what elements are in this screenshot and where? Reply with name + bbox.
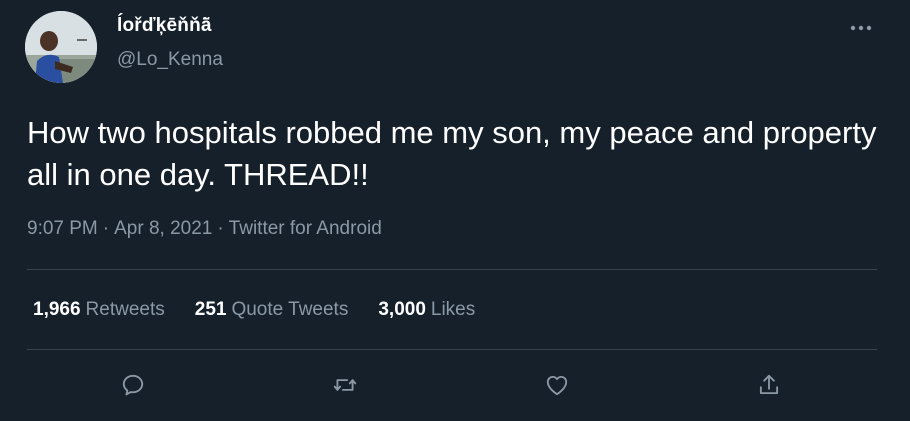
retweets-count: 1,966 — [33, 299, 81, 320]
user-handle[interactable]: @Lo_Kenna — [117, 49, 223, 71]
divider — [27, 349, 877, 350]
tweet-time[interactable]: 9:07 PM — [27, 218, 98, 239]
quote-tweets-count: 251 — [194, 299, 227, 320]
tweet-text: How two hospitals robbed me my son, my p… — [27, 115, 877, 192]
share-icon — [759, 374, 779, 395]
quote-tweets-stat[interactable]: 251 Quote Tweets — [195, 299, 349, 321]
avatar[interactable] — [25, 11, 97, 83]
tweet-meta: 9:07 PM · Apr 8, 2021 · Twitter for Android — [27, 218, 382, 240]
display-name[interactable]: ĺořďķēňňā̃ — [117, 15, 212, 37]
tweet-card: ĺořďķēňňā̃ @Lo_Kenna How two hospitals r… — [0, 0, 910, 421]
reply-button[interactable] — [117, 369, 149, 401]
likes-label: Likes — [430, 299, 476, 320]
meta-separator: · — [217, 218, 224, 239]
retweets-label: Retweets — [85, 299, 165, 320]
tweet-stats: 1,966 Retweets 251 Quote Tweets 3,000 Likes — [33, 299, 475, 321]
retweet-icon — [333, 379, 357, 391]
more-horizontal-icon — [850, 25, 872, 31]
retweet-button[interactable] — [329, 369, 361, 401]
likes-count: 3,000 — [378, 299, 426, 320]
tweet-date[interactable]: Apr 8, 2021 — [114, 218, 212, 239]
reply-icon — [122, 374, 144, 396]
retweets-stat[interactable]: 1,966 Retweets — [33, 299, 165, 321]
meta-separator: · — [102, 218, 110, 239]
tweet-source[interactable]: Twitter for Android — [229, 218, 382, 239]
user-avatar-photo — [25, 11, 97, 83]
share-button[interactable] — [753, 369, 785, 401]
quote-tweets-label: Quote Tweets — [231, 299, 349, 320]
action-bar — [0, 369, 910, 401]
divider — [27, 269, 877, 270]
heart-icon — [546, 375, 568, 396]
more-options-button[interactable] — [847, 18, 875, 38]
likes-stat[interactable]: 3,000 Likes — [378, 299, 475, 321]
like-button[interactable] — [541, 369, 573, 401]
